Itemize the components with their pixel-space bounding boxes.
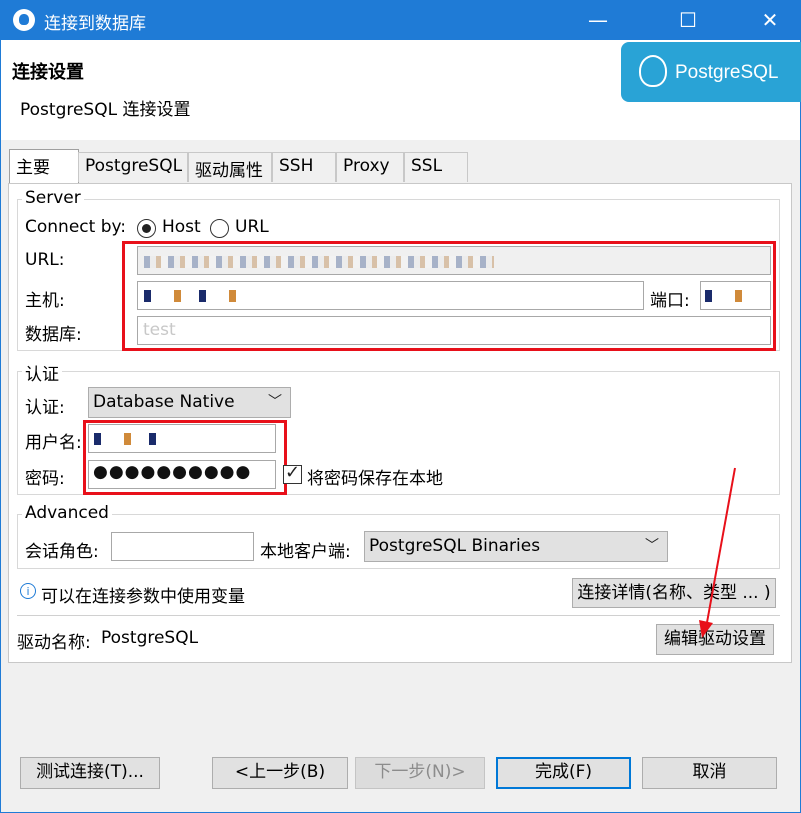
tab-label: SSL <box>411 156 443 176</box>
annotation-box-credentials <box>83 420 287 495</box>
password-label: 密码: <box>25 469 65 489</box>
session-role-field[interactable] <box>111 532 254 561</box>
database-label: 数据库: <box>25 325 82 345</box>
tab-label: PostgreSQL <box>85 156 183 176</box>
tab-ssl[interactable]: SSL <box>404 152 468 182</box>
test-connection-button[interactable]: 测试连接(T)... <box>20 757 160 789</box>
next-button[interactable]: 下一步(N)> <box>355 757 485 789</box>
annotation-box-server <box>122 241 776 351</box>
server-legend: Server <box>22 188 84 208</box>
logo-text: PostgreSQL <box>675 62 779 83</box>
back-button[interactable]: <上一步(B) <box>212 757 348 789</box>
cancel-button[interactable]: 取消 <box>642 757 777 789</box>
tab-proxy[interactable]: Proxy <box>336 152 404 182</box>
tab-driver-properties[interactable]: 驱动属性 <box>188 152 272 182</box>
connect-by-label: Connect by: <box>25 217 127 237</box>
auth-legend: 认证 <box>22 360 62 385</box>
info-icon: i <box>20 583 36 599</box>
finish-button[interactable]: 完成(F) <box>496 757 631 789</box>
tab-ssh[interactable]: SSH <box>272 152 336 182</box>
tab-label: Proxy <box>343 156 390 176</box>
minimize-icon[interactable]: — <box>568 0 628 40</box>
dbeaver-icon <box>13 9 35 31</box>
driver-name-label: 驱动名称: <box>17 633 91 653</box>
host-radio-label[interactable]: Host <box>162 217 201 237</box>
close-icon[interactable]: ✕ <box>740 0 800 40</box>
tab-postgresql[interactable]: PostgreSQL <box>78 152 188 182</box>
elephant-icon <box>639 55 667 87</box>
divider <box>17 615 780 616</box>
username-label: 用户名: <box>25 433 82 453</box>
variables-hint: 可以在连接参数中使用变量 <box>41 587 245 607</box>
tab-label: 驱动属性 <box>195 161 263 181</box>
save-password-label[interactable]: 将密码保存在本地 <box>307 464 443 489</box>
url-radio[interactable] <box>210 219 229 238</box>
session-role-label: 会话角色: <box>25 542 99 562</box>
maximize-icon[interactable]: ☐ <box>658 0 718 40</box>
tab-label: 主要 <box>16 158 50 178</box>
save-password-checkbox[interactable] <box>283 462 302 484</box>
tab-label: SSH <box>279 156 314 176</box>
window-title: 连接到数据库 <box>44 14 146 34</box>
auth-select[interactable]: Database Native ﹀ <box>88 387 291 418</box>
chevron-down-icon: ﹀ <box>268 394 282 410</box>
postgresql-logo: PostgreSQL <box>621 42 801 102</box>
local-client-value: PostgreSQL Binaries <box>369 536 541 556</box>
local-client-select[interactable]: PostgreSQL Binaries ﹀ <box>364 531 668 562</box>
page-subtitle: PostgreSQL 连接设置 <box>20 100 191 120</box>
annotation-arrow <box>699 467 736 638</box>
arrow-head <box>699 620 713 638</box>
url-label: URL: <box>25 250 65 270</box>
url-radio-label[interactable]: URL <box>235 217 269 237</box>
auth-select-value: Database Native <box>93 392 235 412</box>
chevron-down-icon: ﹀ <box>645 538 659 554</box>
local-client-label: 本地客户端: <box>260 542 351 562</box>
host-label: 主机: <box>25 291 65 311</box>
host-radio[interactable] <box>137 219 156 238</box>
auth-label: 认证: <box>25 398 65 418</box>
advanced-legend: Advanced <box>22 503 112 523</box>
arrow-shaft <box>705 467 736 629</box>
tab-main[interactable]: 主要 <box>9 149 79 184</box>
page-title: 连接设置 <box>12 62 84 83</box>
driver-name-value: PostgreSQL <box>101 628 199 648</box>
